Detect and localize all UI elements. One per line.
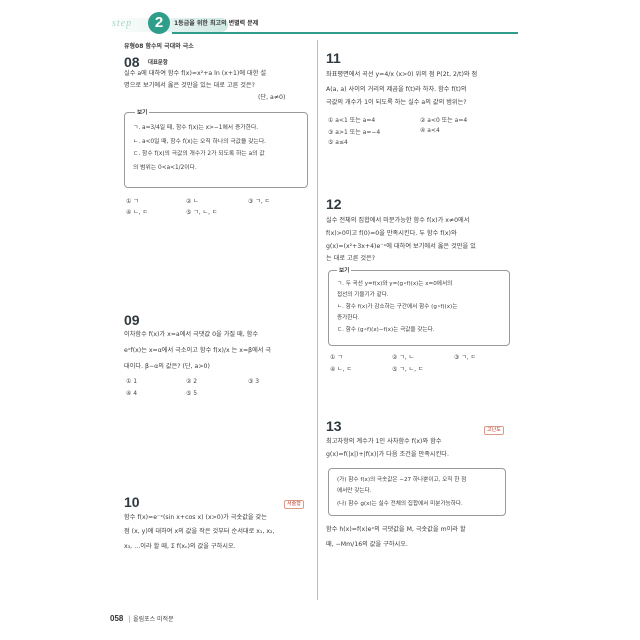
condition-item: (나) 함수 g(x)는 실수 전체의 집합에서 미분가능하다. [337, 501, 463, 507]
choice-5[interactable]: ⑤ ㄱ, ㄴ, ㄷ [392, 364, 423, 373]
choice-2[interactable]: ② ㄱ, ㄴ [392, 352, 414, 361]
problem-11-line: A(a, a) 사이의 거리의 제곱을 f(t)라 하자. 함수 f(t)의 [326, 86, 467, 93]
choice-2[interactable]: ② 2 [186, 378, 197, 385]
problem-08-line: 실수 a에 대하여 함수 f(x)=x²+a ln (x+1)에 대한 설 [124, 70, 267, 77]
problem-13-line: 최고차항의 계수가 1인 사차함수 f(x)와 함수 [326, 438, 442, 445]
choice-2[interactable]: ② a<0 또는 a=4 [420, 115, 467, 124]
book-title: 올림포스 미적분 [133, 616, 174, 623]
problem-08-line: (단, a≠0) [258, 94, 286, 101]
problem-09-number: 09 [124, 312, 140, 328]
problem-09-line: 이차함수 f(x)가 x=a에서 극댓값 0을 가질 때, 함수 [124, 331, 259, 338]
choice-4[interactable]: ④ ㄴ, ㄷ [330, 364, 352, 373]
choice-3[interactable]: ③ ㄱ, ㄷ [248, 196, 270, 205]
problem-12-bogi-box: 보기 ㄱ. 두 곡선 y=f(x)와 y=(g∘f)(x)는 x=0에서의 접선… [328, 266, 510, 346]
column-divider [317, 40, 318, 600]
header-rule [172, 32, 518, 34]
choice-5[interactable]: ⑤ 5 [186, 390, 197, 397]
choice-1[interactable]: ① 1 [126, 378, 137, 385]
bogi-item: ㄱ. a=3/4일 때, 함수 f(x)는 x>−1에서 증가한다. [133, 125, 259, 131]
bogi-item: ㄴ. a<0일 때, 함수 f(x)는 오직 하나의 극값을 갖는다. [133, 139, 267, 145]
header-band: step 2 1등급을 위한 최고의 변별력 문제 [108, 12, 518, 34]
problem-10-line: 함수 f(x)=e⁻ˣ(sin x+cos x) (x>0)가 극솟값을 갖는 [124, 514, 267, 521]
choice-5[interactable]: ⑤ a≤4 [328, 139, 348, 146]
bogi-item: 증가한다. [337, 315, 360, 321]
bogi-item: ㄱ. 두 곡선 y=f(x)와 y=(g∘f)(x)는 x=0에서의 [337, 281, 453, 287]
problem-12-line: f(x)>0이고 f(0)=0을 만족시킨다. 두 함수 f(x)와 [326, 230, 457, 237]
page-subtitle: 1등급을 위한 최고의 변별력 문제 [174, 20, 259, 27]
choice-4[interactable]: ④ 4 [126, 390, 137, 397]
condition-item: (가) 함수 f(x)의 극솟값은 −27 하나뿐이고, 오직 한 점 [337, 477, 467, 483]
footer: 058 | 올림포스 미적분 [110, 606, 174, 625]
problem-12-number: 12 [326, 196, 342, 212]
choice-1[interactable]: ① ㄱ [330, 352, 343, 361]
bogi-item: ㄴ. 함수 f(x)가 감소하는 구간에서 함수 (g∘f)(x)는 [337, 304, 458, 310]
choice-1[interactable]: ① ㄱ [126, 196, 139, 205]
problem-10-tag: 서술형 [284, 500, 304, 509]
problem-10-line: x₃, …이라 할 때, Σ f(xₙ)의 값을 구하시오. [124, 543, 236, 550]
topic-heading: 유형08 함수의 극대와 극소 [124, 43, 194, 50]
step-number: 2 [154, 14, 164, 31]
step-word: step [112, 18, 133, 29]
choice-5[interactable]: ⑤ ㄱ, ㄴ, ㄷ [186, 207, 217, 216]
page-number: 058 [110, 614, 124, 623]
problem-12-line: 실수 전체의 집합에서 미분가능한 함수 f(x)가 x≠0에서 [326, 217, 470, 224]
choice-3[interactable]: ③ 3 [248, 378, 259, 385]
choice-4[interactable]: ④ ㄴ, ㄷ [126, 207, 148, 216]
bogi-item: 의 범위는 0<a<1/2이다. [133, 165, 197, 171]
problem-09-line: 대이다. β−α의 값은? (단, a>0) [124, 363, 210, 370]
problem-13-number: 13 [326, 418, 342, 434]
problem-12-line: 는 대로 고른 것은? [326, 255, 376, 262]
choice-2[interactable]: ② ㄴ [186, 196, 199, 205]
bogi-item: ㄷ. 함수 (g∘f)(x)−f(x)는 극값을 갖는다. [337, 327, 435, 333]
problem-08-tag: 대표문항 [148, 60, 168, 66]
problem-10-line: 점 (x, y)에 대하여 x의 값을 작은 것부터 순서대로 x₁, x₂, [124, 528, 275, 535]
problem-13-condition-box: (가) 함수 f(x)의 극솟값은 −27 하나뿐이고, 오직 한 점 에서만 … [328, 468, 506, 516]
choice-1[interactable]: ① a<1 또는 a=4 [328, 115, 375, 124]
choice-3[interactable]: ③ a>1 또는 a=−4 [328, 127, 380, 136]
step-number-badge: 2 [148, 12, 170, 34]
problem-13-line: 때, −Mm/16의 값을 구하시오. [326, 541, 408, 548]
problem-08-bogi-box: 보기 ㄱ. a=3/4일 때, 함수 f(x)는 x>−1에서 증가한다. ㄴ.… [124, 108, 308, 188]
bogi-label: 보기 [135, 108, 150, 116]
bogi-label: 보기 [337, 266, 352, 274]
condition-item: 에서만 갖는다. [337, 488, 372, 494]
bogi-item: 접선의 기울기가 같다. [337, 292, 389, 298]
bogi-item: ㄷ. 함수 f(x)의 극값의 개수가 2가 되도록 하는 a의 값 [133, 151, 265, 157]
problem-13-line: 함수 h(x)=f(x)eˣ의 극댓값을 M, 극솟값을 m이라 할 [326, 526, 466, 533]
problem-13-line: g(x)=f(|x|)+|f(x)|가 다음 조건을 만족시킨다. [326, 451, 449, 458]
problem-08-line: 명으로 보기에서 옳은 것만을 있는 대로 고른 것은? [124, 82, 255, 89]
problem-12-line: g(x)=(x²+3x+4)e⁻ˣ에 대하여 보기에서 옳은 것만을 있 [326, 243, 476, 250]
problem-11-line: 좌표평면에서 곡선 y=4/x (x>0) 위의 점 P(2t, 2/t)와 점 [326, 71, 478, 78]
problem-09-line: eˣf(x)는 x=α에서 극소이고 함수 f(x)/x 는 x=β에서 극 [124, 347, 272, 354]
problem-10-number: 10 [124, 494, 140, 510]
choice-3[interactable]: ③ ㄱ, ㄷ [454, 352, 476, 361]
problem-11-line: 극값의 개수가 1이 되도록 하는 실수 a의 값의 범위는? [326, 99, 467, 106]
problem-13-tag: 고난도 [484, 426, 504, 435]
problem-11-number: 11 [326, 50, 341, 66]
choice-4[interactable]: ④ a<4 [420, 127, 440, 134]
problem-08-number: 08 [124, 54, 140, 70]
